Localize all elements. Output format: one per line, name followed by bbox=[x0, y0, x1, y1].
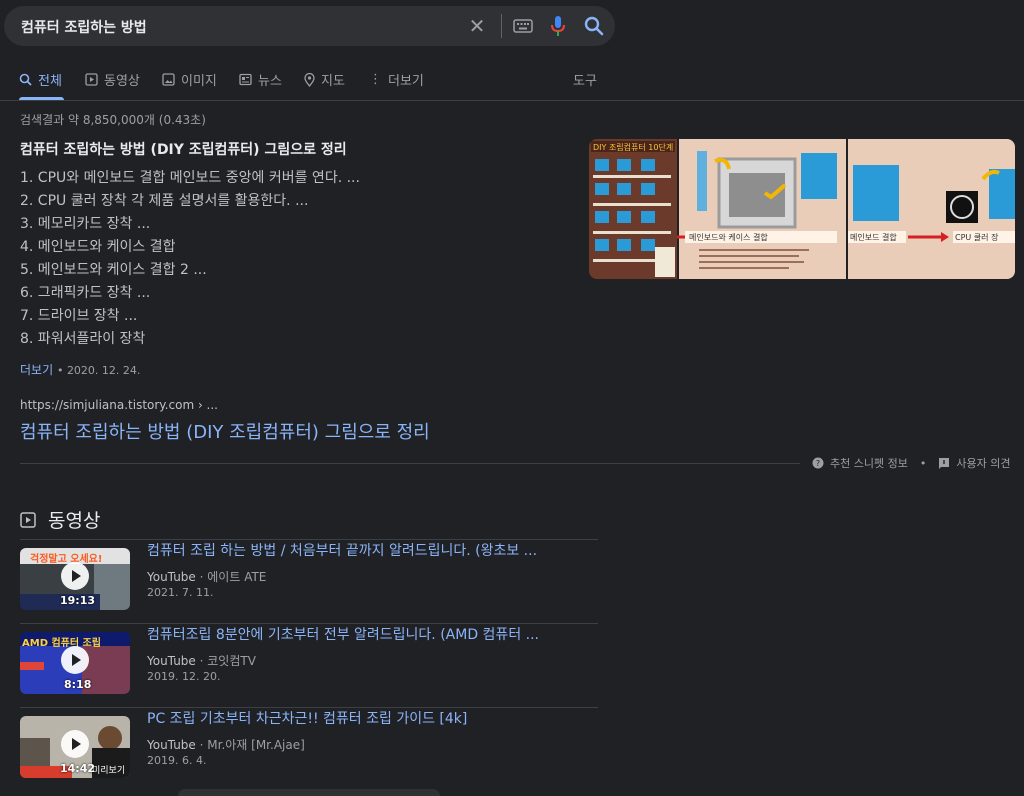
tools-label: 도구 bbox=[573, 74, 597, 89]
feedback-icon[interactable] bbox=[938, 457, 950, 469]
news-icon bbox=[239, 73, 252, 86]
snippet-step: 5. 메인보드와 케이스 결합 2 ... bbox=[20, 262, 207, 278]
tabs-divider bbox=[0, 100, 1024, 101]
video-duration: 14:42 bbox=[60, 762, 96, 775]
clear-icon[interactable]: ✕ bbox=[466, 15, 488, 37]
video-title[interactable]: 컴퓨터 조립 하는 방법 / 처음부터 끝까지 알려드립니다. (왕초보 ... bbox=[147, 540, 537, 560]
search-icon[interactable] bbox=[583, 15, 605, 37]
snippet-divider bbox=[20, 463, 800, 464]
tab-images[interactable]: 이미지 bbox=[162, 70, 217, 89]
snippet-steps: 1. CPU와 메인보드 결합 메인보드 중앙에 커버를 연다. ... 2. … bbox=[20, 167, 360, 351]
more-videos-button[interactable] bbox=[178, 789, 440, 796]
image-icon bbox=[162, 73, 175, 86]
video-platform: YouTube bbox=[147, 738, 196, 752]
snippet-step: 2. CPU 쿨러 장착 각 제품 설명서를 활용한다. ... bbox=[20, 193, 309, 209]
video-result[interactable]: AMD 컴퓨터 조립 8:18 컴퓨터조립 8분안에 기초부터 전부 알려드립니… bbox=[20, 623, 598, 707]
search-tabs: 전체 동영상 이미지 뉴스 지도 ⋮ 더보기 도구 bbox=[0, 60, 1024, 100]
tab-label: 뉴스 bbox=[258, 74, 282, 89]
video-result[interactable]: 미리보기 14:42 PC 조립 기초부터 차근차근!! 컴퓨터 조립 가이드 … bbox=[20, 707, 598, 791]
play-icon bbox=[85, 73, 98, 86]
tab-label: 더보기 bbox=[388, 74, 424, 89]
video-source: YouTube · Mr.아재 [Mr.Ajae] bbox=[147, 736, 305, 753]
tab-label: 이미지 bbox=[181, 74, 217, 89]
video-thumbnail[interactable]: 걱정말고 오세요! 19:13 bbox=[20, 548, 130, 610]
results-count: 검색결과 약 8,850,000개 (0.43초) bbox=[20, 113, 206, 127]
source-url[interactable]: https://simjuliana.tistory.com › ... bbox=[20, 398, 218, 412]
play-icon[interactable] bbox=[61, 646, 89, 674]
keyboard-icon[interactable] bbox=[513, 18, 533, 34]
thumb-caption: AMD 컴퓨터 조립 bbox=[22, 638, 101, 649]
video-thumbnail[interactable]: AMD 컴퓨터 조립 8:18 bbox=[20, 632, 130, 694]
tools-button[interactable]: 도구 bbox=[573, 70, 597, 89]
video-title[interactable]: 컴퓨터조립 8분안에 기초부터 전부 알려드립니다. (AMD 컴퓨터 ... bbox=[147, 624, 539, 644]
tab-label: 전체 bbox=[38, 74, 62, 89]
snippet-step: 7. 드라이브 장착 ... bbox=[20, 308, 138, 324]
thumb-caption: 미리보기 bbox=[92, 766, 126, 776]
snippet-step: 3. 메모리카드 장착 ... bbox=[20, 216, 151, 232]
image-caption: CPU 쿨러 장 bbox=[955, 232, 999, 242]
video-duration: 8:18 bbox=[64, 678, 92, 691]
tab-videos[interactable]: 동영상 bbox=[85, 70, 140, 89]
tab-more[interactable]: ⋮ 더보기 bbox=[369, 70, 424, 89]
video-date: 2019. 12. 20. bbox=[147, 670, 221, 683]
play-icon[interactable] bbox=[61, 730, 89, 758]
video-channel: · Mr.아재 [Mr.Ajae] bbox=[199, 738, 305, 752]
search-icon bbox=[19, 73, 32, 86]
play-icon bbox=[20, 511, 36, 528]
tab-maps[interactable]: 지도 bbox=[304, 70, 345, 89]
search-input[interactable]: 컴퓨터 조립하는 방법 bbox=[21, 17, 147, 37]
footer-separator: • bbox=[919, 456, 927, 470]
video-channel: · 코잇컴TV bbox=[199, 654, 256, 668]
image-caption: 메인보드 결합 bbox=[850, 232, 897, 242]
video-date: 2019. 6. 4. bbox=[147, 754, 207, 767]
video-channel: · 에이트 ATE bbox=[199, 570, 267, 584]
snippet-title: 컴퓨터 조립하는 방법 (DIY 조립컴퓨터) 그림으로 정리 bbox=[20, 142, 347, 158]
video-title[interactable]: PC 조립 기초부터 차근차근!! 컴퓨터 조립 가이드 [4k] bbox=[147, 708, 467, 728]
svg-text:?: ? bbox=[816, 459, 820, 468]
video-duration: 19:13 bbox=[60, 594, 96, 607]
about-snippets-link[interactable]: 추천 스니펫 정보 bbox=[830, 455, 908, 471]
help-icon[interactable]: ? bbox=[812, 457, 824, 469]
feedback-link[interactable]: 사용자 의견 bbox=[956, 455, 1010, 471]
tab-label: 지도 bbox=[321, 74, 345, 89]
search-divider bbox=[501, 14, 502, 38]
video-date: 2021. 7. 11. bbox=[147, 586, 214, 599]
tab-all[interactable]: 전체 bbox=[19, 70, 62, 89]
search-bar[interactable]: 컴퓨터 조립하는 방법 ✕ bbox=[4, 6, 615, 46]
image-caption: 메인보드와 케이스 결합 bbox=[689, 232, 768, 242]
video-platform: YouTube bbox=[147, 570, 196, 584]
videos-heading-label: 동영상 bbox=[48, 510, 101, 532]
thumb-caption: 걱정말고 오세요! bbox=[30, 554, 103, 565]
snippet-image[interactable]: DIY 조립컴퓨터 10단계 메인보드와 케이스 결합 메인보드 결합 CPU … bbox=[589, 139, 1015, 279]
mic-icon[interactable] bbox=[549, 15, 567, 37]
videos-heading: 동영상 bbox=[20, 506, 100, 533]
video-source: YouTube · 에이트 ATE bbox=[147, 568, 266, 585]
snippet-step: 8. 파워서플라이 장착 bbox=[20, 331, 146, 347]
play-icon[interactable] bbox=[61, 562, 89, 590]
image-caption: DIY 조립컴퓨터 10단계 bbox=[593, 142, 673, 152]
more-link[interactable]: 더보기 bbox=[20, 363, 53, 377]
snippet-step: 1. CPU와 메인보드 결합 메인보드 중앙에 커버를 연다. ... bbox=[20, 170, 360, 186]
video-source: YouTube · 코잇컴TV bbox=[147, 652, 256, 669]
snippet-step: 6. 그래픽카드 장착 ... bbox=[20, 285, 151, 301]
result-title-link[interactable]: 컴퓨터 조립하는 방법 (DIY 조립컴퓨터) 그림으로 정리 bbox=[20, 418, 430, 444]
snippet-date: • 2020. 12. 24. bbox=[56, 364, 141, 377]
snippet-more-row: 더보기 • 2020. 12. 24. bbox=[20, 361, 140, 378]
tab-label: 동영상 bbox=[104, 74, 140, 89]
video-platform: YouTube bbox=[147, 654, 196, 668]
video-thumbnail[interactable]: 미리보기 14:42 bbox=[20, 716, 130, 778]
video-result[interactable]: 걱정말고 오세요! 19:13 컴퓨터 조립 하는 방법 / 처음부터 끝까지 … bbox=[20, 539, 598, 623]
snippet-step: 4. 메인보드와 케이스 결합 bbox=[20, 239, 176, 255]
more-vert-icon: ⋮ bbox=[369, 72, 382, 87]
snippet-footer: ? 추천 스니펫 정보 • 사용자 의견 bbox=[812, 455, 1010, 471]
map-pin-icon bbox=[304, 72, 315, 87]
tab-news[interactable]: 뉴스 bbox=[239, 70, 282, 89]
